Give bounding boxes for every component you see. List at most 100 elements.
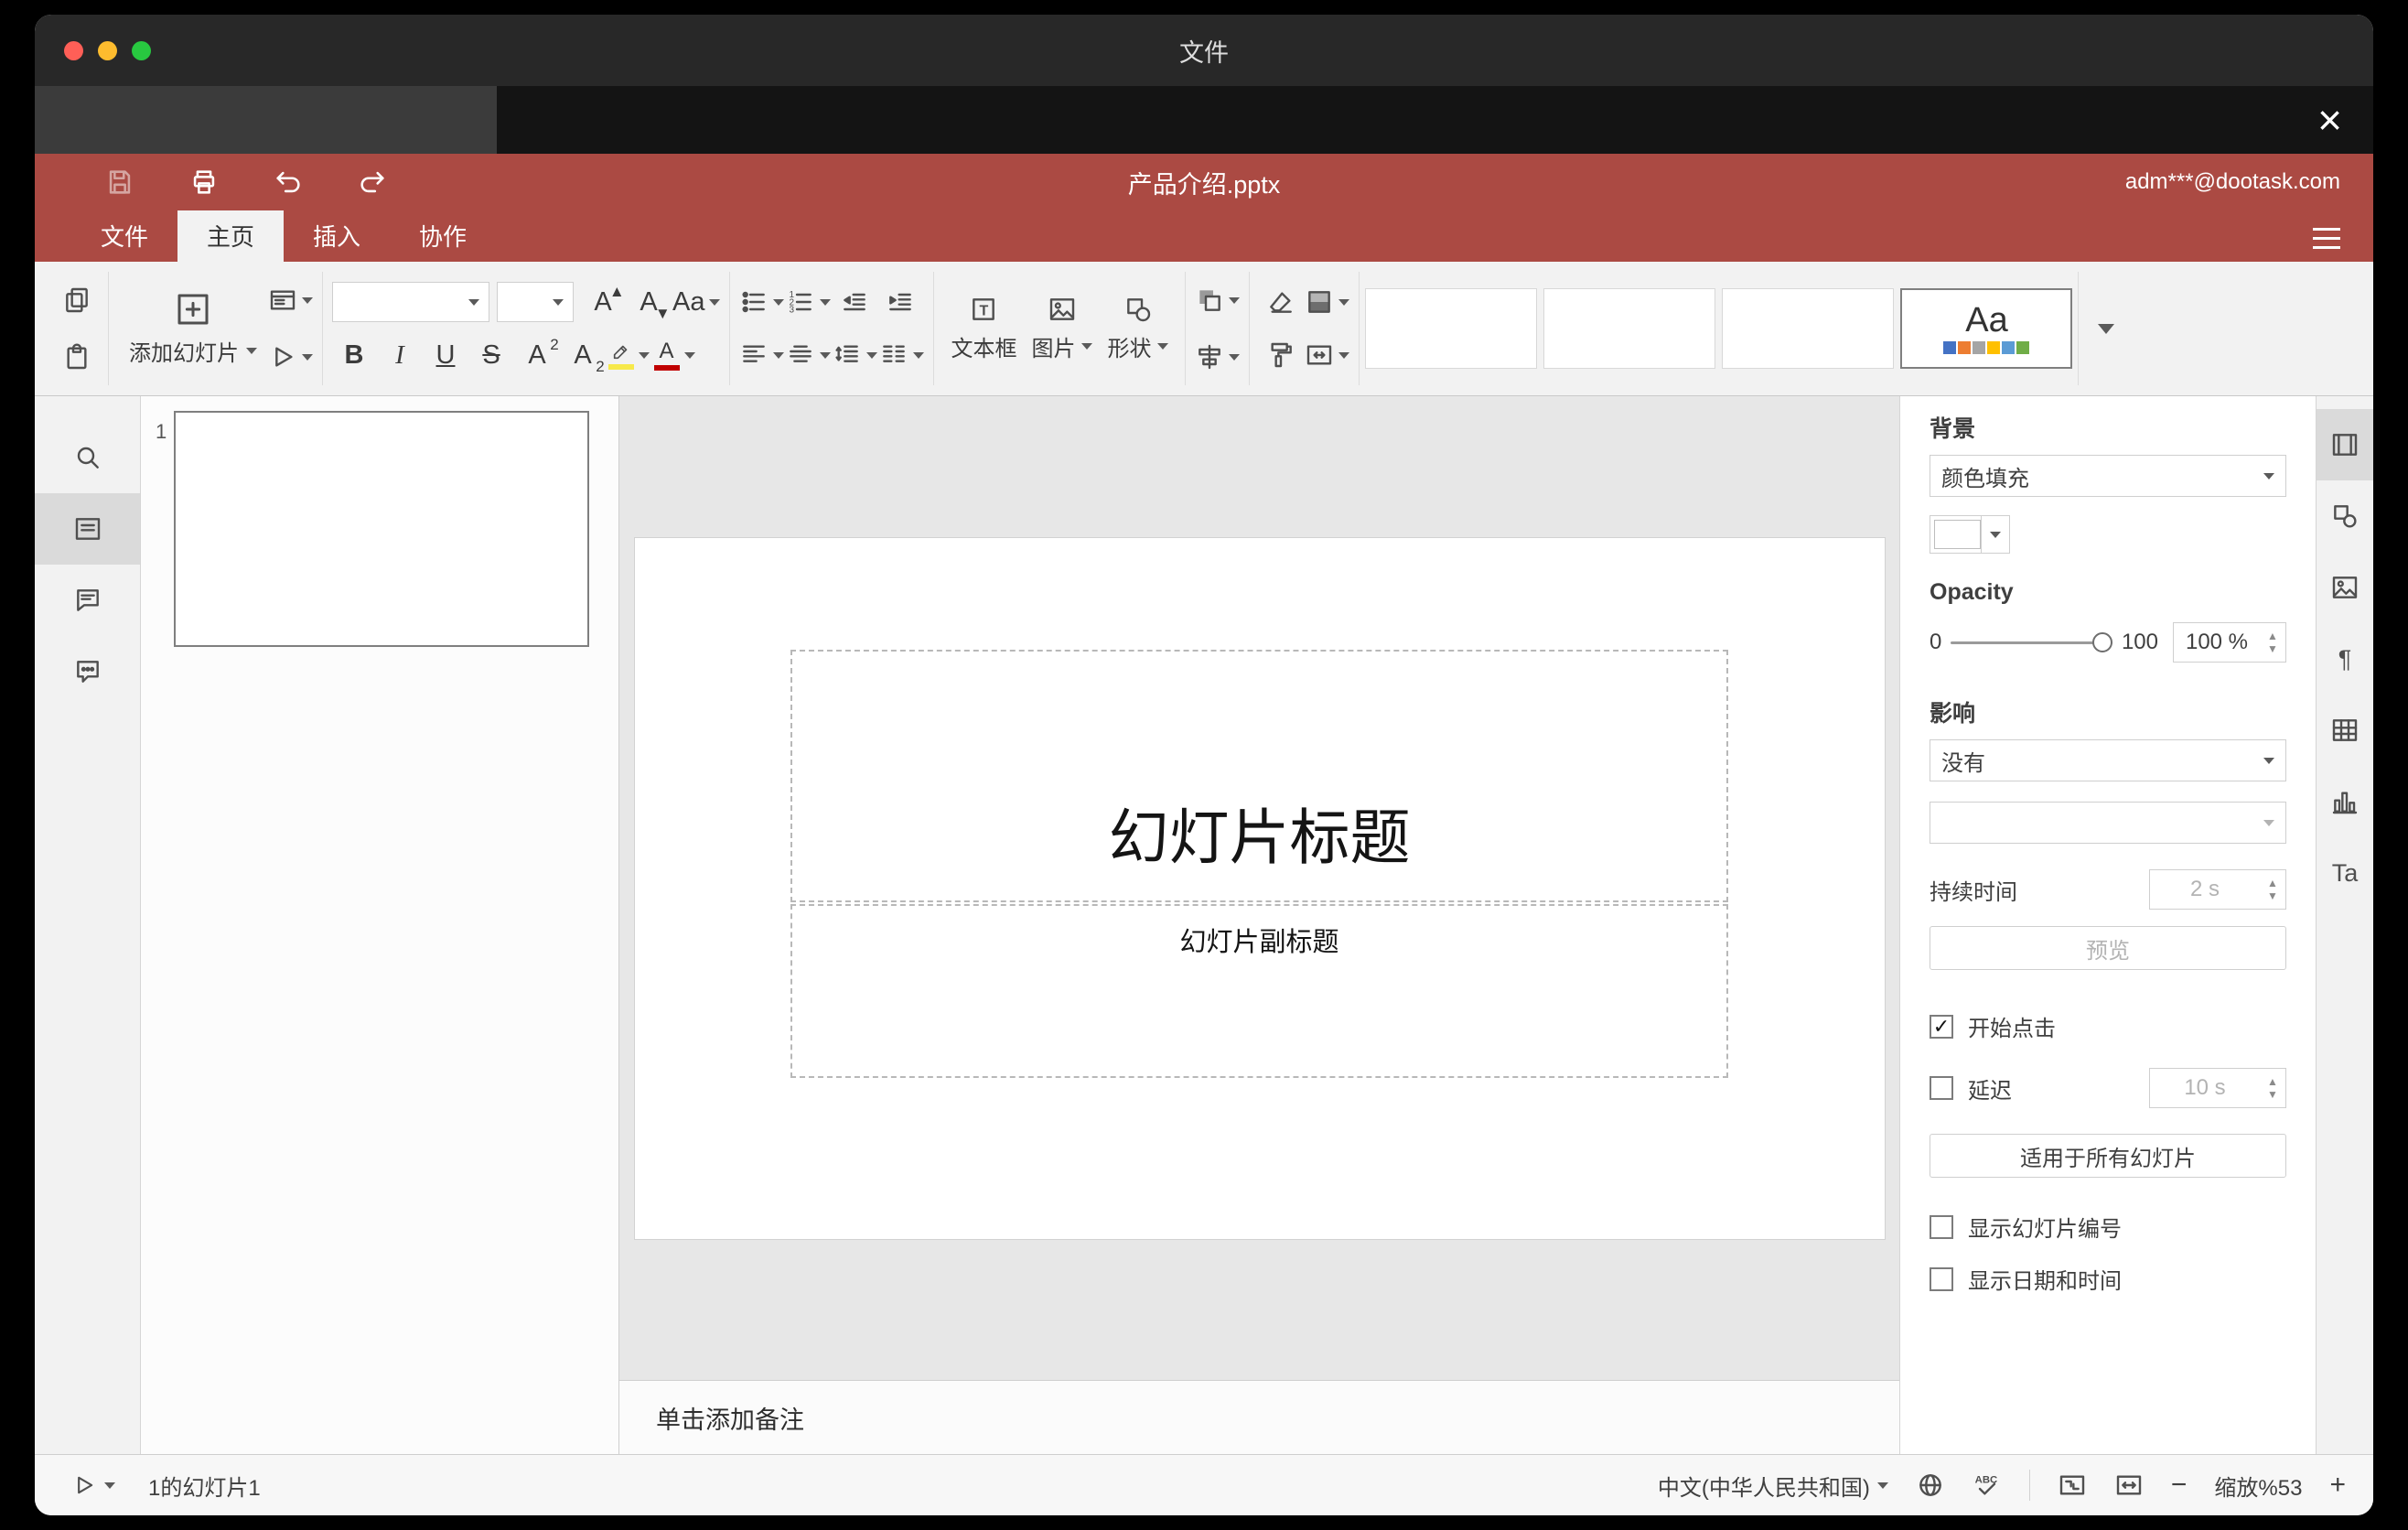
zoom-in-button[interactable]: + (2329, 1471, 2346, 1499)
slide-layout-button[interactable] (268, 277, 313, 323)
clipboard-group (46, 272, 109, 385)
tab-file[interactable]: 文件 (71, 210, 177, 262)
tab-insert[interactable]: 插入 (284, 210, 390, 262)
subtitle-placeholder[interactable]: 幻灯片副标题 (790, 904, 1728, 1079)
sidebar-slides-button[interactable] (35, 493, 140, 565)
copy-style-button[interactable] (1259, 332, 1303, 378)
spellcheck-toggle[interactable]: ABC (1973, 1471, 2002, 1500)
increase-indent-button[interactable] (878, 279, 922, 325)
insert-shape-button[interactable]: 形状 (1100, 295, 1176, 362)
opacity-slider-knob[interactable] (2091, 632, 2112, 652)
align-objects-button[interactable] (1195, 334, 1241, 380)
opacity-spinner[interactable]: 100 % ▲ ▼ (2173, 622, 2286, 663)
slide-thumbnail[interactable] (174, 411, 589, 647)
copy-icon (66, 287, 88, 313)
sidebar-comments-button[interactable] (35, 565, 140, 636)
theme-item[interactable] (1722, 288, 1895, 369)
background-color-swatch[interactable] (1930, 515, 2010, 554)
tab-collaboration[interactable]: 协作 (390, 210, 496, 262)
tab-home[interactable]: 主页 (177, 210, 285, 262)
change-case-button[interactable]: Aa (672, 279, 721, 325)
paste-button[interactable] (55, 334, 99, 380)
panel-paragraph-settings-button[interactable]: ¶ (2317, 623, 2373, 695)
background-fill-select[interactable]: 颜色填充 (1930, 455, 2286, 497)
underline-button[interactable]: U (424, 332, 468, 378)
show-slide-number-checkbox[interactable] (1930, 1214, 1953, 1239)
line-spacing-button[interactable] (833, 332, 878, 378)
preview-button[interactable]: 预览 (1930, 926, 2286, 970)
menu-icon[interactable] (2313, 228, 2340, 249)
italic-button[interactable]: I (378, 332, 422, 378)
add-slide-button[interactable]: 添加幻灯片 (118, 291, 268, 367)
decrease-indent-button[interactable] (833, 279, 876, 325)
spinner-arrows[interactable]: ▲ ▼ (2260, 630, 2285, 654)
color-scheme-button[interactable] (1305, 279, 1350, 325)
insert-textbox-button[interactable]: T 文本框 (943, 295, 1024, 362)
panel-image-settings-button[interactable] (2317, 552, 2373, 623)
theme-gallery-expand-button[interactable] (2079, 272, 2134, 385)
bold-button[interactable]: B (332, 332, 376, 378)
strikethrough-button[interactable]: S (469, 332, 513, 378)
effect-type-select[interactable] (1930, 802, 2286, 844)
swatch-dropdown-button[interactable] (1981, 516, 2009, 553)
redo-button[interactable] (353, 163, 392, 201)
panel-slide-settings-button[interactable] (2317, 409, 2373, 480)
panel-chart-settings-button[interactable] (2317, 766, 2373, 837)
slide-canvas[interactable]: 幻灯片标题 幻灯片副标题 (619, 396, 1899, 1380)
increase-font-button[interactable]: A ▲ (581, 279, 625, 325)
zoom-out-button[interactable]: − (2171, 1471, 2188, 1499)
slide-surface[interactable]: 幻灯片标题 幻灯片副标题 (634, 537, 1885, 1239)
show-date-time-checkbox[interactable] (1930, 1266, 1953, 1291)
start-slideshow-button[interactable] (62, 1469, 124, 1502)
sidebar-search-button[interactable] (35, 422, 140, 493)
subscript-button[interactable]: A2 (561, 332, 605, 378)
undo-button[interactable] (269, 163, 307, 201)
clear-style-button[interactable] (1259, 279, 1303, 325)
apply-all-slides-button[interactable]: 适用于所有幻灯片 (1930, 1134, 2286, 1178)
highlight-color-button[interactable] (607, 332, 650, 378)
save-button[interactable] (101, 163, 139, 201)
fit-slide-button[interactable] (2058, 1471, 2087, 1500)
fullscreen-window-button[interactable] (132, 40, 151, 60)
delay-spinner[interactable]: 10 s ▲ ▼ (2149, 1068, 2286, 1108)
delay-checkbox[interactable] (1930, 1076, 1953, 1100)
effect-select[interactable]: 没有 (1930, 739, 2286, 781)
theme-item-selected[interactable]: Aa (1900, 288, 2073, 369)
notes-area[interactable]: 单击添加备注 (619, 1380, 1899, 1454)
close-preview-button[interactable]: × (2317, 99, 2342, 141)
language-select[interactable]: 中文(中华人民共和国) (1658, 1470, 1888, 1502)
title-placeholder[interactable]: 幻灯片标题 (790, 650, 1728, 902)
vertical-align-button[interactable] (786, 332, 832, 378)
zoom-label[interactable]: 缩放%53 (2214, 1470, 2302, 1502)
start-on-click-checkbox[interactable]: ✓ (1930, 1014, 1953, 1039)
panel-textart-settings-button[interactable]: Ta (2317, 837, 2373, 909)
minimize-window-button[interactable] (98, 40, 117, 60)
spinner-arrows[interactable]: ▲ ▼ (2260, 878, 2285, 901)
spinner-arrows[interactable]: ▲ ▼ (2260, 1076, 2285, 1100)
numbering-button[interactable]: 123 (786, 279, 832, 325)
theme-item[interactable] (1543, 288, 1716, 369)
font-color-button[interactable]: A (652, 332, 696, 378)
opacity-slider[interactable] (1951, 632, 2112, 652)
font-name-select[interactable] (332, 282, 489, 322)
font-size-select[interactable] (497, 282, 574, 322)
align-button[interactable] (739, 332, 785, 378)
insert-image-button[interactable]: 图片 (1024, 295, 1100, 362)
panel-shape-settings-button[interactable] (2317, 480, 2373, 552)
arrange-shape-button[interactable] (1195, 277, 1241, 323)
copy-button[interactable] (55, 277, 99, 323)
close-window-button[interactable] (64, 40, 83, 60)
fit-width-button[interactable] (2114, 1471, 2144, 1500)
panel-table-settings-button[interactable] (2317, 695, 2373, 766)
decrease-font-button[interactable]: A ▼ (627, 279, 671, 325)
duration-spinner[interactable]: 2 s ▲ ▼ (2149, 869, 2286, 910)
sidebar-feedback-button[interactable] (35, 636, 140, 707)
columns-button[interactable] (879, 332, 925, 378)
slide-size-button[interactable] (1305, 332, 1350, 378)
bullets-button[interactable] (739, 279, 785, 325)
print-button[interactable] (185, 163, 223, 201)
theme-item[interactable] (1365, 288, 1538, 369)
superscript-button[interactable]: A2 (515, 332, 559, 378)
document-language-button[interactable] (1916, 1471, 1945, 1500)
start-slideshow-toolbar-button[interactable] (268, 334, 313, 380)
